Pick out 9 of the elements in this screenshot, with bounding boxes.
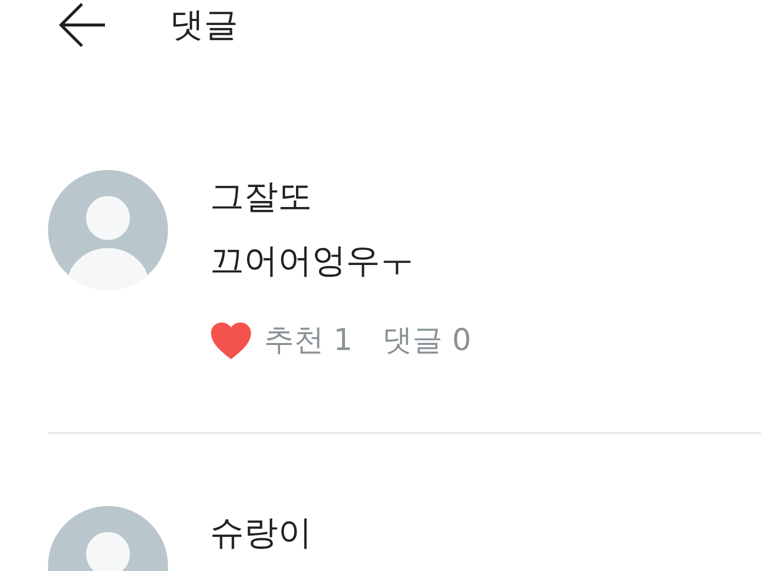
author-name: 슈랑이: [210, 516, 312, 550]
like-count[interactable]: 추천 1: [264, 326, 353, 356]
avatar-icon: [48, 170, 168, 290]
reply-count[interactable]: 댓글 0: [382, 326, 472, 356]
comment-text: 끄어어엉우ㅜ: [210, 244, 415, 278]
author-name: 그잘또: [210, 180, 313, 214]
page-title: 댓글: [170, 8, 238, 42]
heart-icon[interactable]: [210, 322, 252, 360]
back-icon[interactable]: [58, 2, 106, 48]
